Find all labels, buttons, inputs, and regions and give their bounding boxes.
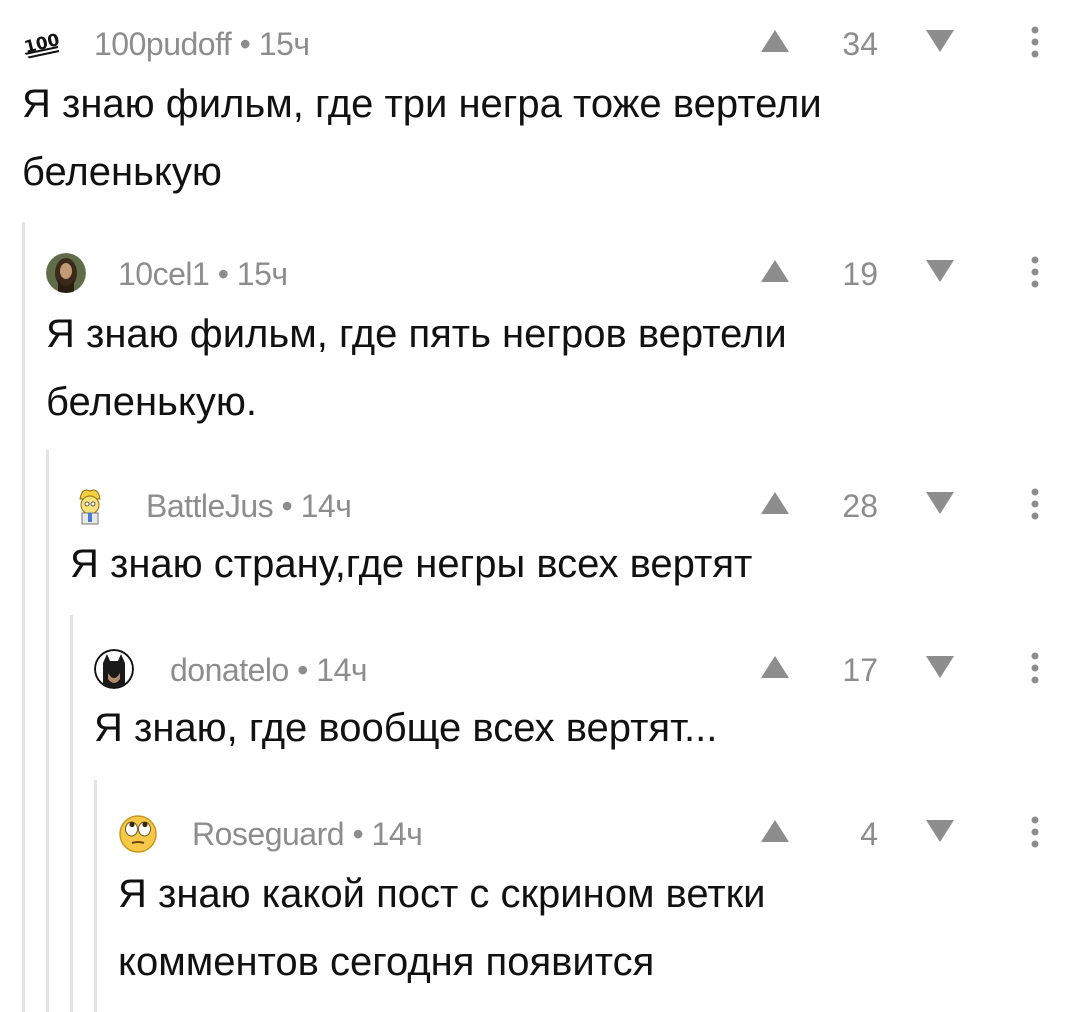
timestamp[interactable]: 15ч	[237, 256, 288, 292]
timestamp[interactable]: 15ч	[259, 26, 310, 62]
timestamp[interactable]: 14ч	[372, 816, 423, 852]
rolling-eyes-emoji-icon[interactable]	[118, 813, 158, 853]
downvote-icon[interactable]	[925, 28, 955, 54]
more-options-icon[interactable]	[1020, 252, 1050, 292]
comment-meta: BattleJus • 14ч	[146, 488, 352, 525]
comment: Roseguard • 14ч 4 Я знаю какой пост с ск…	[118, 810, 1080, 1012]
upvote-icon[interactable]	[760, 28, 790, 54]
comment-meta: 100pudoff • 15ч	[94, 26, 310, 63]
meta-separator: •	[352, 816, 364, 852]
thread-line-3	[70, 615, 73, 1012]
meta-separator: •	[281, 488, 293, 524]
username[interactable]: BattleJus	[146, 488, 274, 524]
100-emoji-icon[interactable]: 100	[22, 23, 62, 63]
timestamp[interactable]: 14ч	[316, 652, 367, 688]
rating: 28	[842, 488, 878, 524]
username[interactable]: 10cel1	[118, 256, 210, 292]
upvote-icon[interactable]	[760, 490, 790, 516]
comment-header: 10cel1 • 15ч 19	[46, 250, 1080, 294]
comment-meta: 10cel1 • 15ч	[118, 256, 288, 293]
thread-line-4	[94, 780, 97, 1012]
comment-meta: Roseguard • 14ч	[192, 816, 423, 853]
username[interactable]: donatelo	[170, 652, 289, 688]
username[interactable]: 100pudoff	[94, 26, 232, 62]
comment-text: Я знаю, где вообще всех вертят...	[94, 706, 718, 750]
rating: 4	[860, 816, 878, 852]
more-options-icon[interactable]	[1020, 648, 1050, 688]
user-photo-icon[interactable]	[46, 253, 86, 293]
rating: 34	[842, 26, 878, 62]
comment-header: 100 100pudoff • 15ч 34	[22, 20, 1080, 64]
upvote-icon[interactable]	[760, 258, 790, 284]
more-options-icon[interactable]	[1020, 484, 1050, 524]
rating: 19	[842, 256, 878, 292]
timestamp[interactable]: 14ч	[301, 488, 352, 524]
downvote-icon[interactable]	[925, 818, 955, 844]
comment-text: Я знаю фильм, где три негра тоже вертели…	[22, 82, 822, 194]
thread-line-1	[22, 222, 25, 1012]
comment: 10cel1 • 15ч 19 Я знаю фильм, где пять н…	[46, 250, 1080, 440]
meta-separator: •	[297, 652, 308, 688]
downvote-icon[interactable]	[925, 258, 955, 284]
cartoon-character-icon[interactable]	[70, 485, 110, 525]
meta-separator: •	[217, 256, 229, 292]
more-options-icon[interactable]	[1020, 812, 1050, 852]
meta-separator: •	[239, 26, 251, 62]
comment-text: Я знаю какой пост с скрином ветки коммен…	[118, 872, 766, 984]
comment-text: Я знаю фильм, где пять негров вертели бе…	[46, 312, 787, 424]
comment: 100 100pudoff • 15ч 34 Я знаю фильм, где…	[22, 20, 1080, 210]
rating: 17	[842, 652, 878, 688]
comment-header: donatelo • 14ч 17	[94, 646, 1080, 690]
comment-header: BattleJus • 14ч 28	[70, 482, 1080, 526]
upvote-icon[interactable]	[760, 818, 790, 844]
downvote-icon[interactable]	[925, 654, 955, 680]
batman-icon[interactable]	[94, 649, 134, 689]
comment-text: Я знаю страну,где негры всех вертят	[70, 542, 753, 586]
upvote-icon[interactable]	[760, 654, 790, 680]
comment: donatelo • 14ч 17 Я знаю, где вообще все…	[94, 646, 1080, 766]
thread-line-2	[46, 450, 49, 1012]
more-options-icon[interactable]	[1020, 22, 1050, 62]
comment-meta: donatelo • 14ч	[170, 652, 368, 689]
comment: BattleJus • 14ч 28 Я знаю страну,где нег…	[70, 482, 1080, 602]
downvote-icon[interactable]	[925, 490, 955, 516]
username[interactable]: Roseguard	[192, 816, 345, 852]
comment-header: Roseguard • 14ч 4	[118, 810, 1080, 854]
